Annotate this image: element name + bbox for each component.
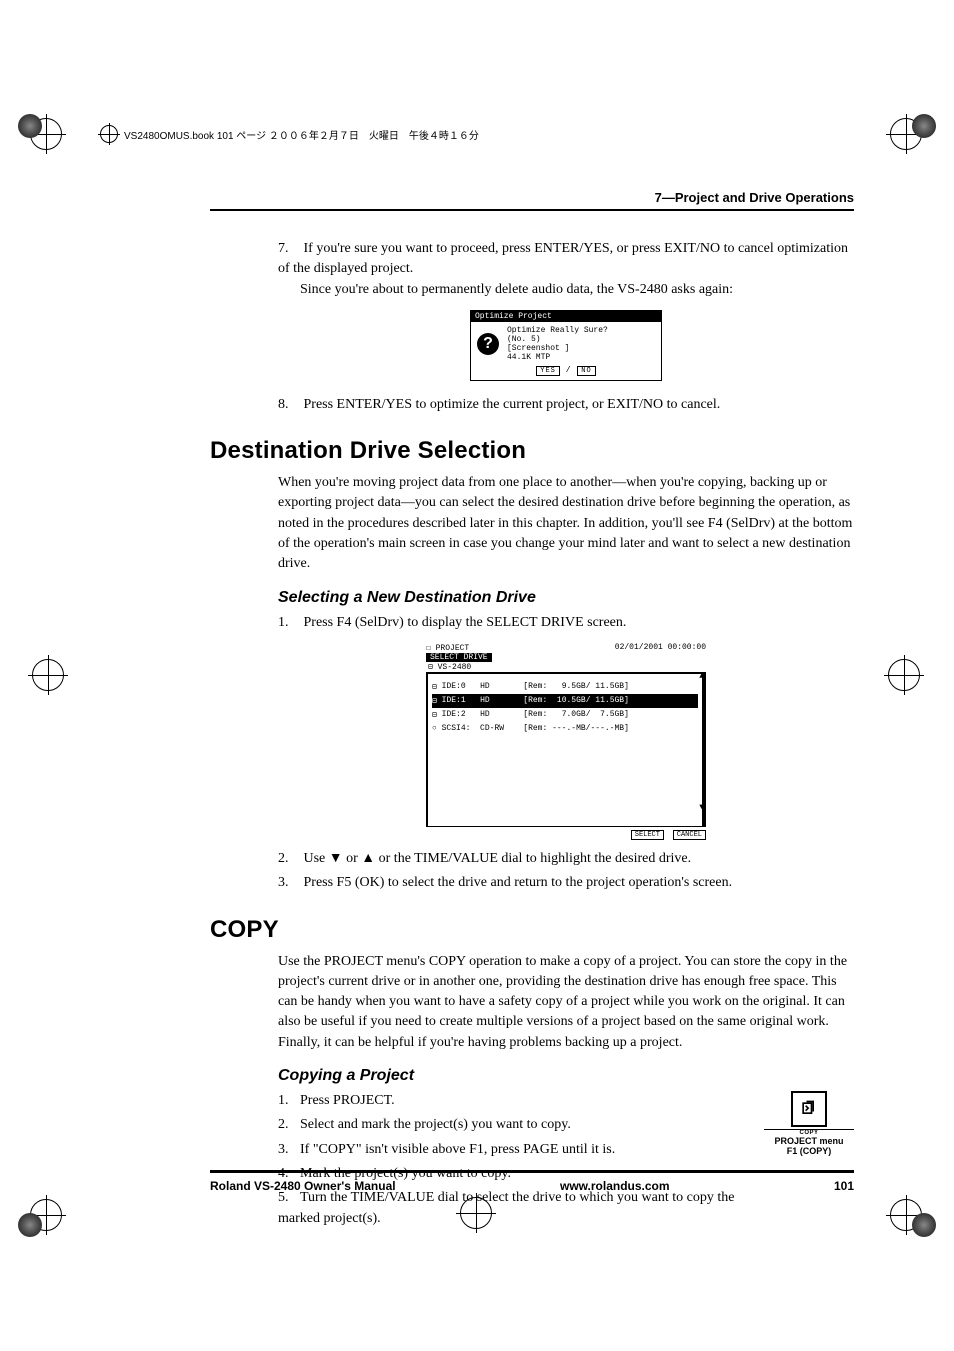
drive-row[interactable]: ⊟ IDE:2 HD [Rem: 7.0GB/ 7.5GB] bbox=[432, 708, 698, 722]
step-number: 3. bbox=[278, 873, 300, 893]
step-8: 8. Press ENTER/YES to optimize the curre… bbox=[278, 395, 854, 415]
step-3: 3. Press F5 (OK) to select the drive and… bbox=[278, 873, 854, 893]
copy-paragraph: Use the PROJECT menu's COPY operation to… bbox=[278, 952, 854, 1053]
footer-url: www.rolandus.com bbox=[560, 1179, 670, 1193]
question-icon: ? bbox=[477, 333, 499, 355]
drive-list: ▲ ⊟ IDE:0 HD [Rem: 9.5GB/ 11.5GB] ⊟ IDE:… bbox=[426, 673, 706, 827]
registration-disc-icon bbox=[912, 114, 936, 138]
copy-icon-caption-2: F1 (COPY) bbox=[764, 1146, 854, 1156]
no-button[interactable]: NO bbox=[577, 366, 595, 376]
destination-drive-heading: Destination Drive Selection bbox=[210, 437, 854, 465]
drive-row[interactable]: ○ SCSI4: CD-RW [Rem: ---.-MB/---.-MB] bbox=[432, 722, 698, 735]
dialog-text: Optimize Really Sure? (No. 5) [Screensho… bbox=[507, 326, 608, 362]
chapter-header: 7—Project and Drive Operations bbox=[210, 190, 854, 211]
step-number: 1. bbox=[278, 613, 300, 633]
copy-icon-caption-1: PROJECT menu bbox=[764, 1136, 854, 1146]
step-text: Press F4 (SelDrv) to display the SELECT … bbox=[304, 615, 627, 630]
step-number: 2. bbox=[278, 849, 300, 869]
crop-mark bbox=[888, 659, 922, 693]
destination-drive-paragraph: When you're moving project data from one… bbox=[278, 473, 854, 574]
optimize-confirm-dialog: Optimize Project ? Optimize Really Sure?… bbox=[470, 310, 662, 381]
drive-row-selected[interactable]: ⊟ IDE:1 HD [Rem: 10.5GB/ 11.5GB] bbox=[432, 694, 698, 708]
step-2: 2. Use ▼ or ▲ or the TIME/VALUE dial to … bbox=[278, 849, 854, 869]
footer-manual-title: Roland VS-2480 Owner's Manual bbox=[210, 1179, 396, 1193]
scroll-up-icon[interactable]: ▲ bbox=[699, 672, 704, 681]
registration-disc-icon bbox=[18, 114, 42, 138]
copy-step-5: 5.Turn the TIME/VALUE dial to select the… bbox=[278, 1188, 738, 1229]
step-text: Press F5 (OK) to select the drive and re… bbox=[304, 875, 733, 890]
step-number: 8. bbox=[278, 395, 300, 415]
screen-model: VS-2480 bbox=[438, 663, 472, 672]
step-text: Press ENTER/YES to optimize the current … bbox=[304, 397, 721, 412]
registration-disc-icon bbox=[912, 1213, 936, 1237]
screen-timestamp: 02/01/2001 00:00:00 bbox=[615, 643, 706, 653]
step-1: 1. Press F4 (SelDrv) to display the SELE… bbox=[278, 613, 854, 633]
copying-project-subheading: Copying a Project bbox=[278, 1067, 854, 1085]
copy-heading: COPY bbox=[210, 916, 854, 944]
screen-window-label: PROJECT bbox=[436, 644, 470, 653]
copy-menu-icon bbox=[791, 1091, 827, 1127]
yes-button[interactable]: YES bbox=[536, 366, 560, 376]
print-meta-text: VS2480OMUS.book 101 ページ ２００６年２月７日 火曜日 午後… bbox=[124, 127, 479, 142]
select-drive-screen: ☐ PROJECT 02/01/2001 00:00:00 SELECT DRI… bbox=[426, 643, 706, 839]
print-meta-line: VS2480OMUS.book 101 ページ ２００６年２月７日 火曜日 午後… bbox=[100, 125, 479, 143]
copy-step-3: 3.If "COPY" isn't visible above F1, pres… bbox=[278, 1140, 738, 1160]
drive-row[interactable]: ⊟ IDE:0 HD [Rem: 9.5GB/ 11.5GB] bbox=[432, 680, 698, 694]
copy-icon-caption-block: COPY PROJECT menu F1 (COPY) bbox=[764, 1091, 854, 1156]
registration-disc-icon bbox=[18, 1213, 42, 1237]
crop-mark bbox=[32, 659, 66, 693]
copy-step-1: 1.Press PROJECT. bbox=[278, 1091, 738, 1111]
cancel-button[interactable]: CANCEL bbox=[673, 830, 706, 840]
footer-page-number: 101 bbox=[834, 1179, 854, 1193]
screen-title: SELECT DRIVE bbox=[426, 653, 492, 662]
selecting-drive-subheading: Selecting a New Destination Drive bbox=[278, 589, 854, 607]
step-7: 7. If you're sure you want to proceed, p… bbox=[278, 239, 854, 300]
step-number: 7. bbox=[278, 239, 300, 259]
step-text: If you're sure you want to proceed, pres… bbox=[278, 241, 848, 276]
page-footer: Roland VS-2480 Owner's Manual www.roland… bbox=[210, 1170, 854, 1193]
dialog-title: Optimize Project bbox=[471, 311, 661, 322]
copy-step-2: 2.Select and mark the project(s) you wan… bbox=[278, 1115, 738, 1135]
step-subtext: Since you're about to permanently delete… bbox=[300, 280, 733, 300]
scroll-down-icon[interactable]: ▼ bbox=[699, 803, 704, 812]
crosshair-icon bbox=[100, 125, 118, 143]
select-button[interactable]: SELECT bbox=[631, 830, 664, 840]
copy-icon-label: COPY bbox=[764, 1129, 854, 1136]
step-text: Use ▼ or ▲ or the TIME/VALUE dial to hig… bbox=[304, 851, 692, 866]
